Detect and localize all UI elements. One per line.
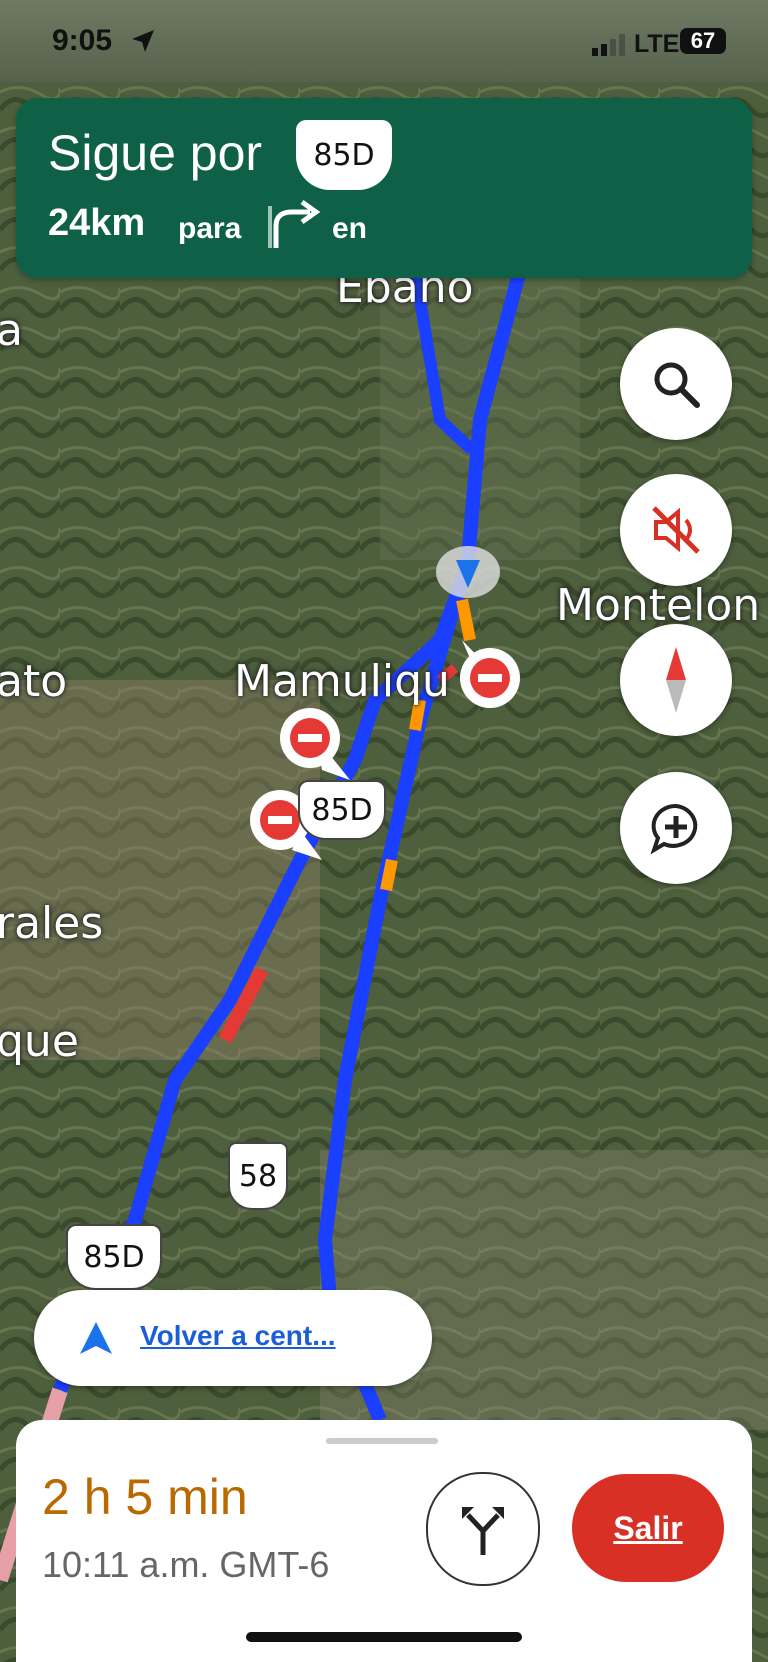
instruction-para: para — [178, 212, 242, 245]
exit-button-label: Salir — [613, 1509, 683, 1546]
sheet-drag-handle[interactable] — [326, 1438, 438, 1444]
battery-icon: 67 — [680, 28, 726, 54]
compass-button[interactable] — [620, 624, 732, 736]
network-type: LTE — [634, 30, 680, 58]
route-shield-85d: 85D — [66, 1224, 162, 1290]
recenter-button[interactable]: Volver a cent... — [34, 1290, 432, 1386]
alternate-routes-button[interactable] — [426, 1472, 540, 1586]
add-report-button[interactable] — [620, 772, 732, 884]
home-indicator — [246, 1632, 522, 1642]
route-shield-58: 58 — [228, 1142, 288, 1210]
trip-eta: 10:11 a.m. GMT-6 — [42, 1544, 330, 1585]
recenter-label: Volver a cent... — [140, 1320, 336, 1351]
trip-duration: 2 h 5 min — [42, 1469, 248, 1525]
exit-button[interactable]: Salir — [572, 1474, 724, 1582]
shield-text: 85D — [313, 137, 375, 173]
map-label-que: que — [0, 1016, 79, 1067]
map-label-rales: rales — [0, 898, 104, 949]
map-label-mamuliqu: Mamuliqu — [234, 656, 450, 707]
add-report-icon — [650, 803, 698, 855]
turn-right-icon — [268, 200, 321, 248]
alternate-routes-icon — [462, 1507, 504, 1555]
map-label-ato: ato — [0, 656, 68, 707]
recenter-arrow-icon — [80, 1322, 112, 1354]
trip-summary-sheet[interactable]: 2 h 5 min 10:11 a.m. GMT-6 Salir — [16, 1420, 752, 1662]
search-button[interactable] — [620, 328, 732, 440]
route-shield-85d: 85D — [298, 780, 386, 840]
navigation-arrow-icon — [132, 30, 154, 52]
instruction-suffix: en — [332, 212, 368, 245]
instruction-distance: 24km — [48, 202, 146, 244]
search-icon — [654, 362, 700, 408]
mute-button[interactable] — [620, 474, 732, 586]
instruction-text: Sigue por — [48, 125, 263, 181]
status-bar: 9:05 LTE 67 — [0, 0, 768, 82]
map-label-a: a — [0, 305, 23, 356]
mute-icon — [652, 506, 700, 554]
status-time: 9:05 — [52, 24, 113, 57]
compass-icon — [666, 647, 686, 713]
instruction-route-shield: 85D — [296, 120, 392, 190]
map-label-montelon: Montelon — [556, 580, 761, 631]
navigation-instruction-banner[interactable]: Sigue por 85D 24km para en — [16, 98, 752, 278]
signal-icon — [592, 34, 625, 56]
